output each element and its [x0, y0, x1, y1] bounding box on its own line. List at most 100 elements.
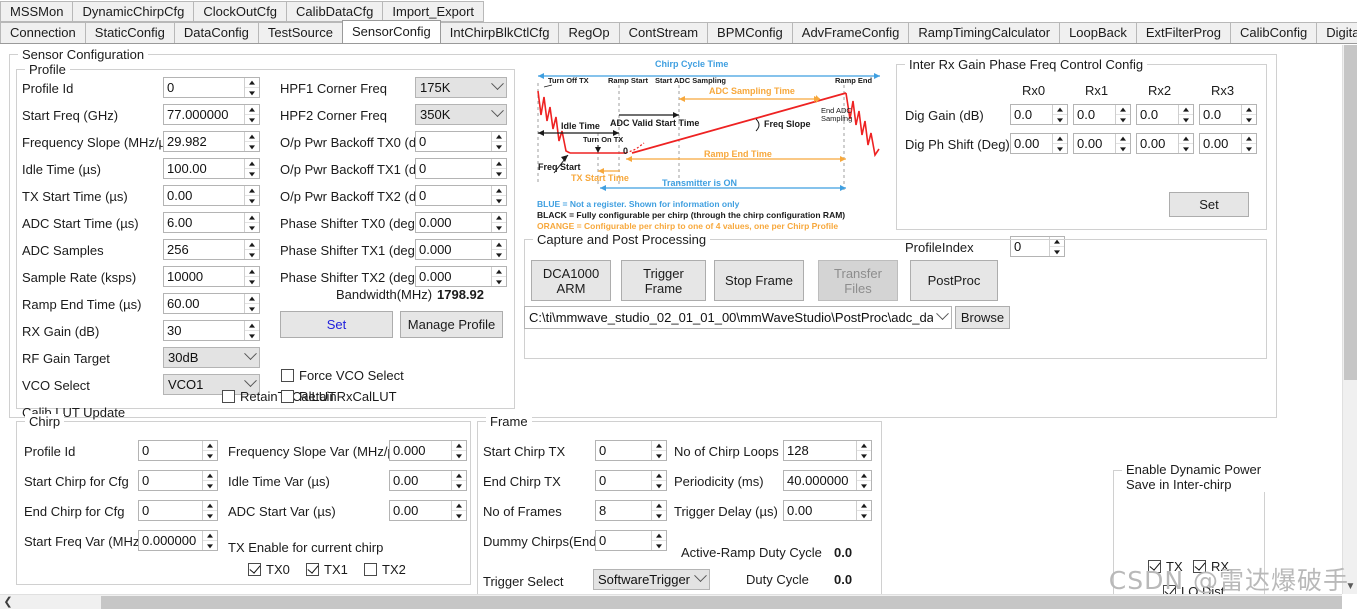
spinner-up[interactable] — [652, 501, 666, 510]
profile-start-freq-ghz-spin[interactable]: 77.000000 — [163, 104, 260, 125]
profile-sample-rate-ksps-spin[interactable]: 10000 — [163, 266, 260, 287]
spinner-down[interactable] — [245, 249, 259, 259]
spinner-arrows[interactable] — [856, 471, 871, 490]
profile-rf-gain-target-combo[interactable]: 30dB — [163, 346, 260, 368]
spinner-down[interactable] — [652, 510, 666, 520]
tab-loopback[interactable]: LoopBack — [1059, 22, 1137, 43]
frame-periodicity-ms-spin[interactable]: 40.000000 — [783, 470, 872, 491]
profile-adc-start-time-s-spin[interactable]: 6.00 — [163, 212, 260, 233]
tab-bpmconfig[interactable]: BPMConfig — [707, 22, 793, 43]
spinner-arrows[interactable] — [1115, 105, 1130, 124]
tab-ramptimingcalculator[interactable]: RampTimingCalculator — [908, 22, 1061, 43]
inter-rx-dig-ph-shift-deg-rx3-spin[interactable]: 0.00 — [1199, 133, 1257, 154]
spinner-down[interactable] — [492, 168, 506, 178]
spinner-down[interactable] — [245, 87, 259, 97]
spinner-arrows[interactable] — [1241, 105, 1256, 124]
chirp-start-chirp-for-cfg-spin[interactable]: 0 — [138, 470, 218, 491]
spinner-down[interactable] — [857, 480, 871, 490]
spinner-down[interactable] — [245, 303, 259, 313]
spinner-down[interactable] — [245, 195, 259, 205]
chevron-down-icon[interactable] — [241, 346, 259, 364]
tab-intchirpblkctlcfg[interactable]: IntChirpBlkCtlCfg — [439, 22, 560, 43]
spinner-down[interactable] — [1242, 114, 1256, 124]
frame-start-chirp-tx-spin[interactable]: 0 — [595, 440, 667, 461]
browse-button[interactable]: Browse — [955, 306, 1010, 329]
manage-profile-button[interactable]: Manage Profile — [400, 311, 503, 338]
profile-tx-start-time-s-spin[interactable]: 0.00 — [163, 185, 260, 206]
frame-end-chirp-tx-spin[interactable]: 0 — [595, 470, 667, 491]
adc-data-path-combo[interactable]: C:\ti\mmwave_studio_02_01_01_00\mmWaveSt… — [524, 306, 952, 329]
tab-clockoutcfg[interactable]: ClockOutCfg — [193, 1, 288, 22]
spinner-down[interactable] — [203, 540, 217, 550]
spinner-down[interactable] — [203, 480, 217, 490]
transfer-files-button[interactable]: Transfer Files — [818, 260, 898, 301]
spinner-down[interactable] — [492, 141, 506, 151]
postproc-button[interactable]: PostProc — [910, 260, 998, 301]
spinner-arrows[interactable] — [202, 501, 217, 520]
tab-sensorconfig[interactable]: SensorConfig — [341, 20, 441, 43]
spinner-arrows[interactable] — [202, 531, 217, 550]
spinner-down[interactable] — [1116, 143, 1130, 153]
spinner-down[interactable] — [492, 195, 506, 205]
spinner-up[interactable] — [857, 501, 871, 510]
inter-rx-dig-ph-shift-deg-rx2-spin[interactable]: 0.00 — [1136, 133, 1194, 154]
inter-rx-dig-ph-shift-deg-rx1-spin[interactable]: 0.00 — [1073, 133, 1131, 154]
horizontal-scrollbar-thumb[interactable] — [101, 596, 1342, 609]
spinner-up[interactable] — [1053, 105, 1067, 114]
stop-frame-button[interactable]: Stop Frame — [714, 260, 804, 301]
spinner-down[interactable] — [452, 450, 466, 460]
profile-rx-gain-db-spin[interactable]: 30 — [163, 320, 260, 341]
inter-rx-set-button[interactable]: Set — [1169, 192, 1249, 217]
spinner-arrows[interactable] — [244, 321, 259, 340]
spinner-arrows[interactable] — [244, 294, 259, 313]
tab-digitalmon[interactable]: DigitalMon — [1316, 22, 1357, 43]
spinner-up[interactable] — [245, 267, 259, 276]
profile-op-pwr-backoff-tx1-db-spin[interactable]: 0 — [415, 158, 507, 179]
spinner-arrows[interactable] — [491, 186, 506, 205]
spinner-up[interactable] — [857, 471, 871, 480]
spinner-arrows[interactable] — [491, 240, 506, 259]
spinner-up[interactable] — [1179, 105, 1193, 114]
trigger-select-combo[interactable]: SoftwareTrigger — [593, 568, 710, 590]
chirp-end-chirp-for-cfg-spin[interactable]: 0 — [138, 500, 218, 521]
tab-regop[interactable]: RegOp — [558, 22, 620, 43]
spinner-up[interactable] — [245, 78, 259, 87]
spinner-arrows[interactable] — [491, 159, 506, 178]
chirp-profile-id-spin[interactable]: 0 — [138, 440, 218, 461]
profile-ramp-end-time-s-spin[interactable]: 60.00 — [163, 293, 260, 314]
frame-no-of-frames-spin[interactable]: 8 — [595, 500, 667, 521]
spinner-arrows[interactable] — [451, 441, 466, 460]
tab-calibdatacfg[interactable]: CalibDataCfg — [286, 1, 384, 22]
chirp-tx0-checkbox[interactable]: TX0 — [248, 562, 290, 577]
profile-phase-shifter-tx0-deg-spin[interactable]: 0.000 — [415, 212, 507, 233]
spinner-down[interactable] — [245, 276, 259, 286]
profile-idle-time-s-spin[interactable]: 100.00 — [163, 158, 260, 179]
spinner-up[interactable] — [1053, 134, 1067, 143]
tab-connection[interactable]: Connection — [0, 22, 86, 43]
tab-dynamicchirpcfg[interactable]: DynamicChirpCfg — [72, 1, 195, 22]
spinner-up[interactable] — [245, 132, 259, 141]
spinner-arrows[interactable] — [244, 159, 259, 178]
chirp-adc-start-var-s-spin[interactable]: 0.00 — [389, 500, 467, 521]
spinner-up[interactable] — [203, 501, 217, 510]
spinner-up[interactable] — [1179, 134, 1193, 143]
spinner-up[interactable] — [245, 294, 259, 303]
spinner-up[interactable] — [1242, 105, 1256, 114]
tab-calibconfig[interactable]: CalibConfig — [1230, 22, 1318, 43]
chevron-down-icon[interactable] — [933, 306, 951, 324]
spinner-arrows[interactable] — [244, 105, 259, 124]
chirp-start-freq-var-mhz-spin[interactable]: 0.000000 — [138, 530, 218, 551]
chirp-tx2-checkbox[interactable]: TX2 — [364, 562, 406, 577]
spinner-down[interactable] — [1116, 114, 1130, 124]
tab-advframeconfig[interactable]: AdvFrameConfig — [791, 22, 910, 43]
profile-profile-id-spin[interactable]: 0 — [163, 77, 260, 98]
profile-set-button[interactable]: Set — [280, 311, 393, 338]
inter-rx-dig-gain-db-rx1-spin[interactable]: 0.0 — [1073, 104, 1131, 125]
spinner-up[interactable] — [203, 531, 217, 540]
tab-contstream[interactable]: ContStream — [618, 22, 709, 43]
spinner-down[interactable] — [1053, 143, 1067, 153]
spinner-arrows[interactable] — [244, 186, 259, 205]
tab-testsource[interactable]: TestSource — [257, 22, 343, 43]
spinner-up[interactable] — [245, 186, 259, 195]
spinner-arrows[interactable] — [651, 501, 666, 520]
